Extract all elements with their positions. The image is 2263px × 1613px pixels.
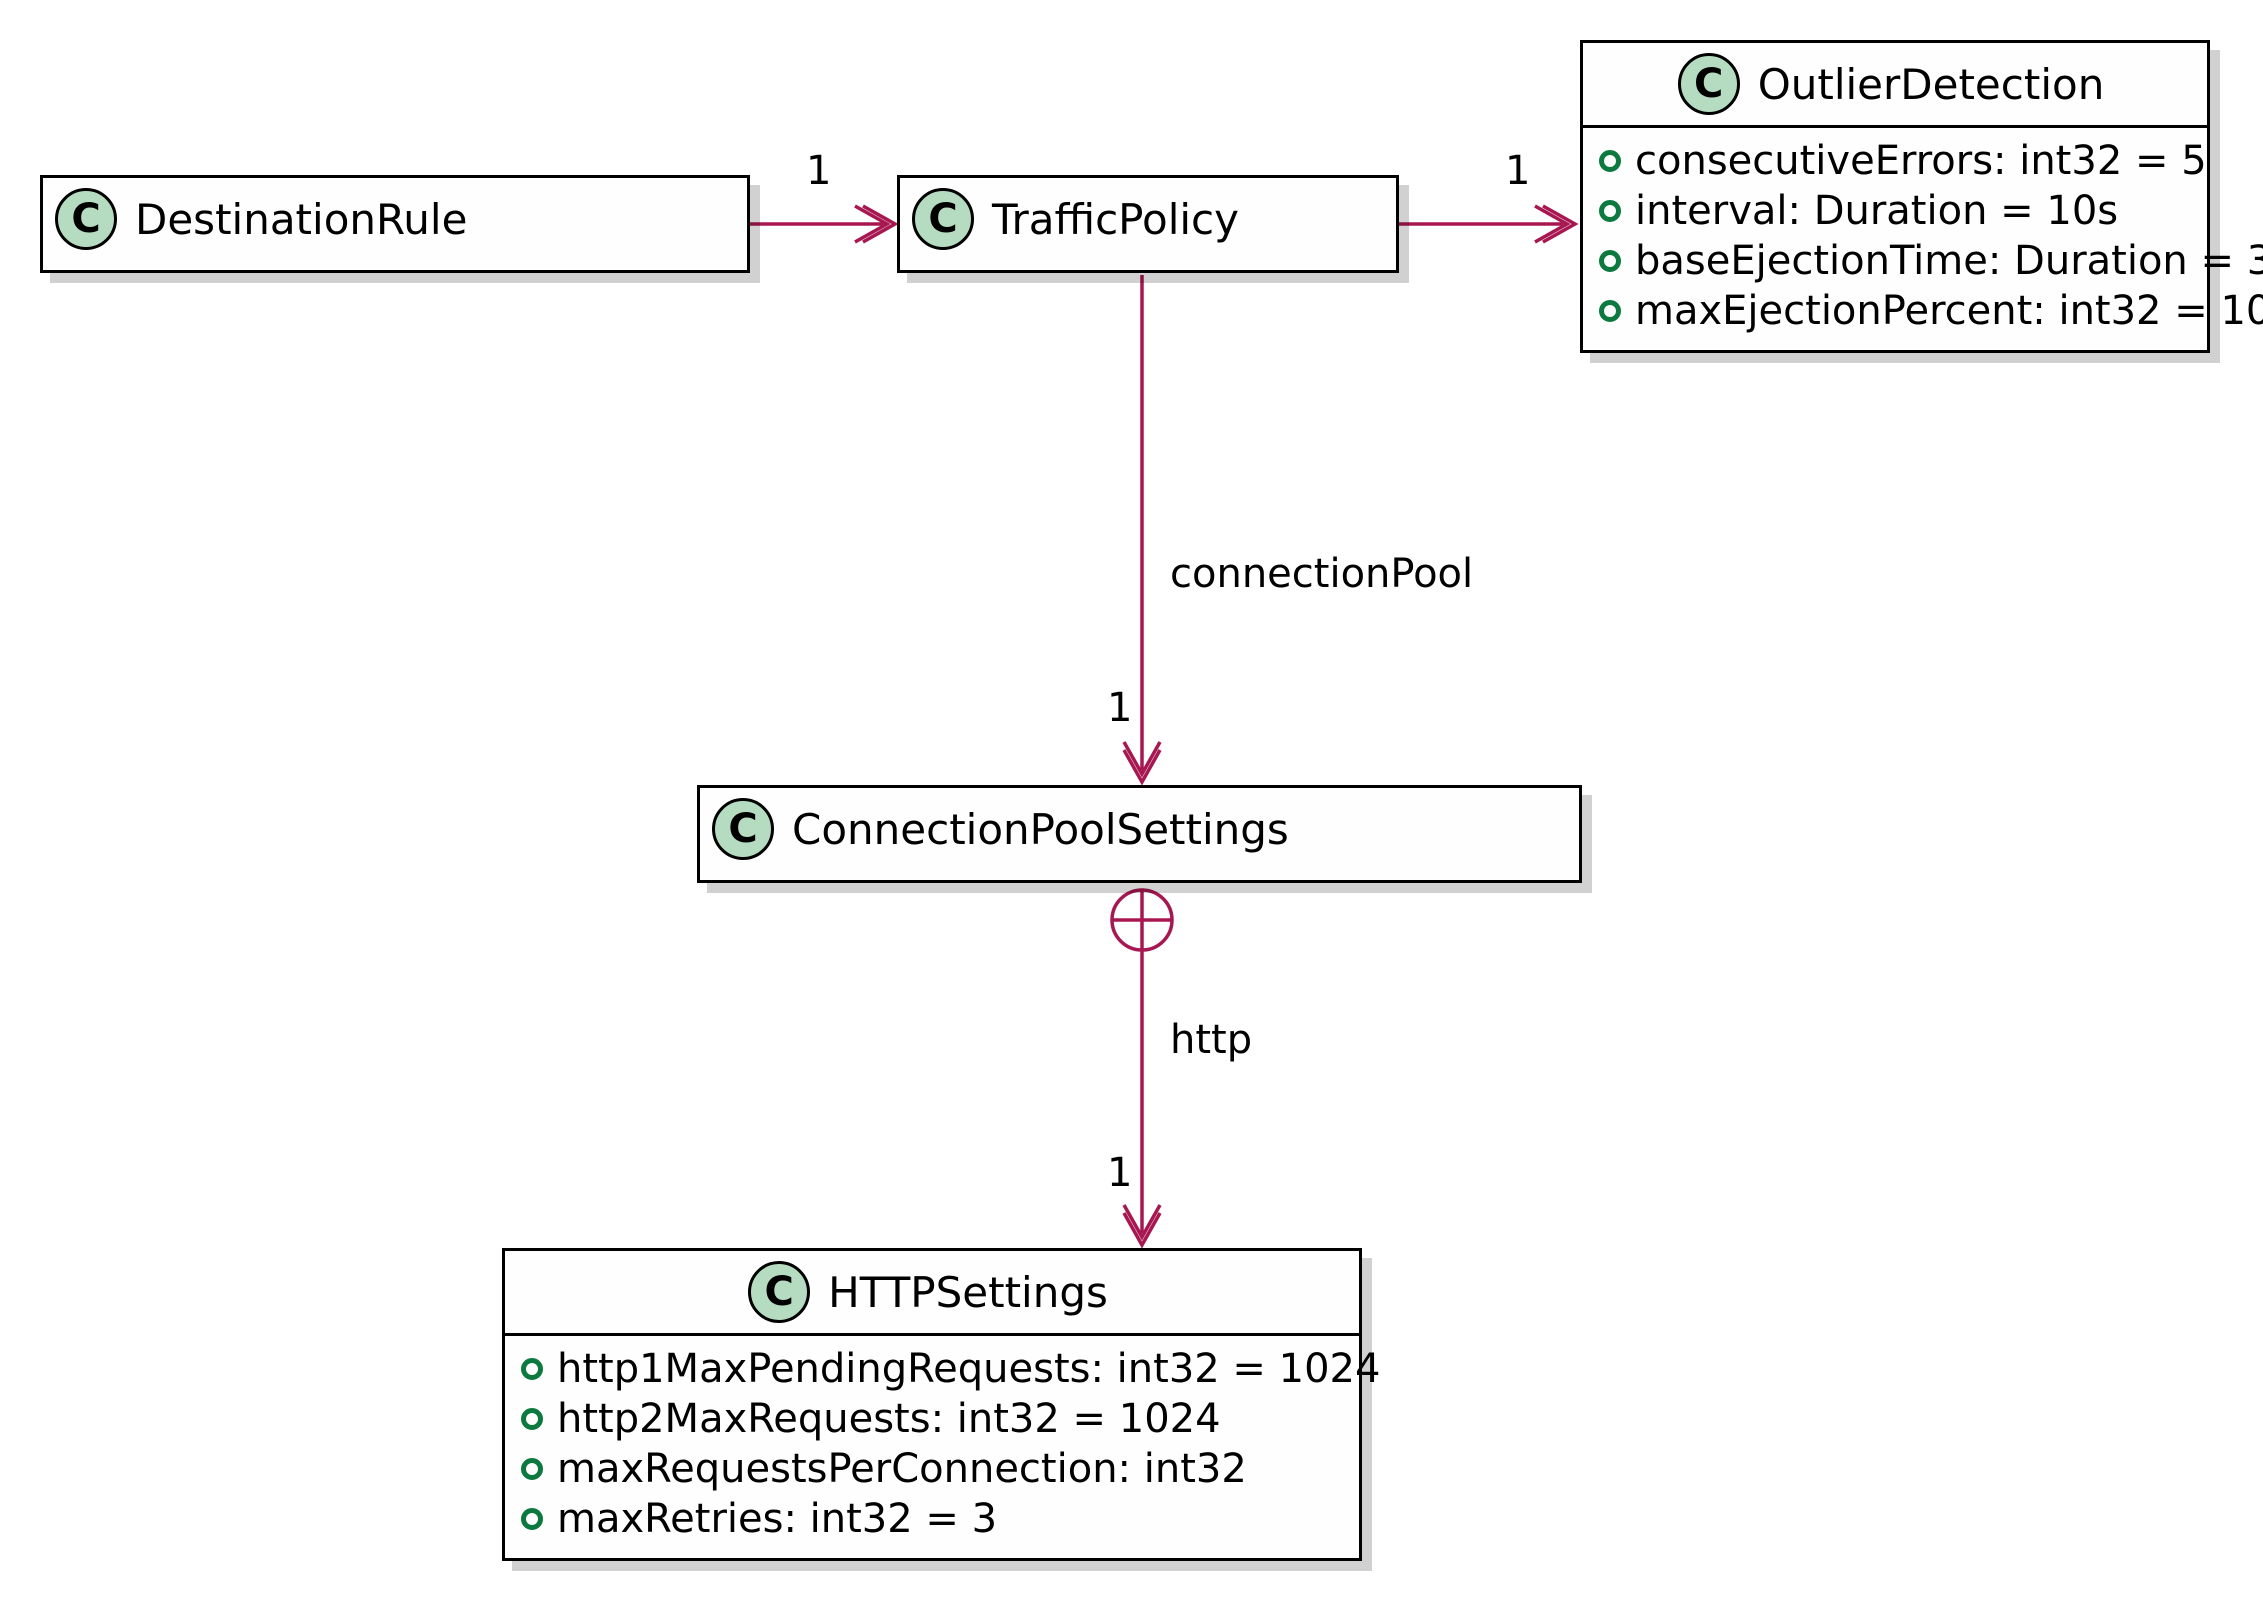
class-traffic-policy: C TrafficPolicy <box>897 175 1399 273</box>
class-member: maxRetries: int32 = 3 <box>521 1494 1339 1544</box>
edge-label: http <box>1170 1017 1252 1063</box>
visibility-public-icon <box>521 1358 543 1380</box>
visibility-public-icon <box>1599 250 1621 272</box>
uml-class-diagram: C DestinationRule C TrafficPolicy C Outl… <box>0 0 2263 1613</box>
class-header: C DestinationRule <box>43 178 747 260</box>
class-member: baseEjectionTime: Duration = 30s <box>1599 236 2187 286</box>
member-text: consecutiveErrors: int32 = 5 <box>1635 138 2207 184</box>
member-text: baseEjectionTime: Duration = 30s <box>1635 238 2263 284</box>
class-http-settings: C HTTPSettings http1MaxPendingRequests: … <box>502 1248 1362 1561</box>
member-text: http2MaxRequests: int32 = 1024 <box>557 1396 1221 1442</box>
class-badge-icon: C <box>55 188 117 250</box>
visibility-public-icon <box>521 1408 543 1430</box>
class-member: consecutiveErrors: int32 = 5 <box>1599 136 2187 186</box>
class-member: http1MaxPendingRequests: int32 = 1024 <box>521 1344 1339 1394</box>
member-text: maxRetries: int32 = 3 <box>557 1496 997 1542</box>
class-member: maxRequestsPerConnection: int32 <box>521 1444 1339 1494</box>
member-text: maxEjectionPercent: int32 = 10 <box>1635 288 2263 334</box>
visibility-public-icon <box>1599 200 1621 222</box>
class-header: C TrafficPolicy <box>900 178 1396 260</box>
class-badge-icon: C <box>912 188 974 250</box>
class-name: TrafficPolicy <box>992 195 1239 244</box>
class-name: DestinationRule <box>135 195 467 244</box>
class-badge-icon: C <box>712 798 774 860</box>
class-badge-icon: C <box>748 1261 810 1323</box>
visibility-public-icon <box>1599 300 1621 322</box>
class-connection-pool-settings: C ConnectionPoolSettings <box>697 785 1582 883</box>
member-text: http1MaxPendingRequests: int32 = 1024 <box>557 1346 1380 1392</box>
class-header: C HTTPSettings <box>505 1251 1359 1333</box>
class-name: OutlierDetection <box>1758 60 2105 109</box>
class-members: consecutiveErrors: int32 = 5 interval: D… <box>1583 128 2207 350</box>
class-badge-icon: C <box>1678 53 1740 115</box>
multiplicity: 1 <box>806 148 831 194</box>
class-header: C ConnectionPoolSettings <box>700 788 1579 870</box>
class-member: interval: Duration = 10s <box>1599 186 2187 236</box>
class-name: ConnectionPoolSettings <box>792 805 1289 854</box>
multiplicity: 1 <box>1107 1150 1132 1196</box>
class-member: http2MaxRequests: int32 = 1024 <box>521 1394 1339 1444</box>
class-outlier-detection: C OutlierDetection consecutiveErrors: in… <box>1580 40 2210 353</box>
class-members: http1MaxPendingRequests: int32 = 1024 ht… <box>505 1336 1359 1558</box>
multiplicity: 1 <box>1505 148 1530 194</box>
class-destination-rule: C DestinationRule <box>40 175 750 273</box>
multiplicity: 1 <box>1107 685 1132 731</box>
class-header: C OutlierDetection <box>1583 43 2207 125</box>
edge-label: connectionPool <box>1170 551 1473 597</box>
visibility-public-icon <box>521 1458 543 1480</box>
class-name: HTTPSettings <box>828 1268 1108 1317</box>
member-text: interval: Duration = 10s <box>1635 188 2118 234</box>
visibility-public-icon <box>1599 150 1621 172</box>
class-member: maxEjectionPercent: int32 = 10 <box>1599 286 2187 336</box>
visibility-public-icon <box>521 1508 543 1530</box>
member-text: maxRequestsPerConnection: int32 <box>557 1446 1247 1492</box>
